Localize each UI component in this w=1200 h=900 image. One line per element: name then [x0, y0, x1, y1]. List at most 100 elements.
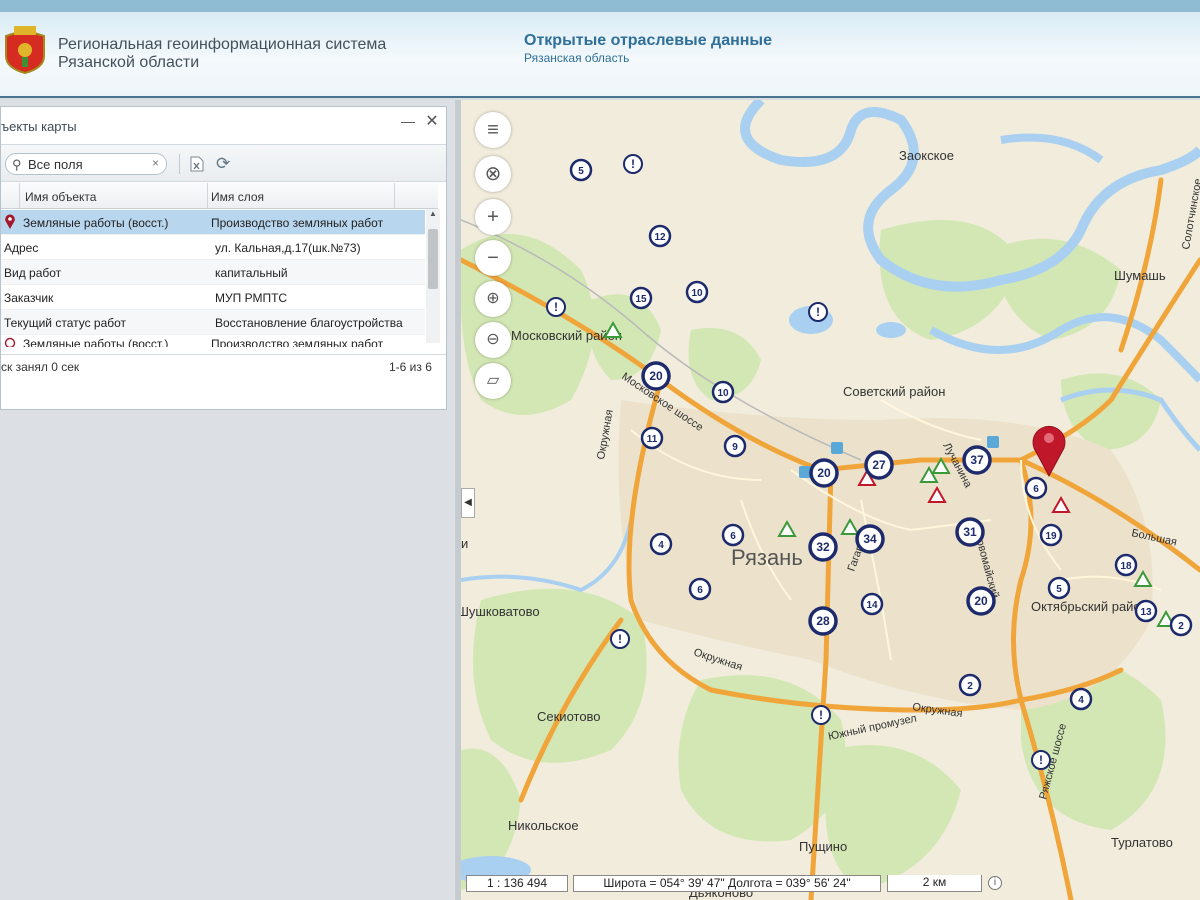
- table-row-attribute[interactable]: Текущий статус работ Восстановление благ…: [1, 310, 425, 335]
- cluster-count: 19: [1045, 531, 1057, 542]
- attribute-value-cell: Восстановление благоустройства: [215, 316, 403, 330]
- table-row-attribute[interactable]: Вид работ капитальный: [1, 260, 425, 285]
- cluster-marker[interactable]: 4: [1069, 687, 1093, 711]
- map-pin-outline-icon: [4, 337, 16, 347]
- column-header-layer-name[interactable]: Имя слоя: [211, 190, 264, 204]
- layer-name-cell: Производство земляных работ: [211, 216, 384, 230]
- map-objects-panel: ъекты карты — ✕ ⚲ × ⟳ Имя объекта Имя сл…: [0, 106, 447, 410]
- cluster-marker[interactable]: 20: [966, 586, 996, 616]
- city-label-ryazan: Рязань: [731, 545, 803, 570]
- info-icon[interactable]: i: [988, 876, 1002, 890]
- region-emblem-logo: [5, 26, 45, 74]
- clear-search-icon[interactable]: ×: [152, 156, 159, 170]
- cluster-marker[interactable]: 4: [649, 532, 673, 556]
- attribute-name-cell: Текущий статус работ: [4, 316, 127, 330]
- base-map[interactable]: Заокское Шумашь Московский район Советск…: [461, 100, 1200, 900]
- cluster-count: 13: [1140, 607, 1152, 618]
- search-icon: ⚲: [12, 157, 22, 172]
- cluster-marker[interactable]: 15: [629, 286, 653, 310]
- cluster-marker[interactable]: 19: [1039, 523, 1063, 547]
- export-excel-icon[interactable]: [190, 156, 204, 172]
- district-label-sovetsky: Советский район: [843, 384, 945, 399]
- svg-text:!: !: [816, 305, 820, 319]
- table-row-object[interactable]: Земляные работы (восст.) Производство зе…: [1, 335, 425, 347]
- cluster-count: 6: [1033, 484, 1039, 495]
- cluster-marker[interactable]: 37: [962, 445, 992, 475]
- cluster-marker[interactable]: 10: [711, 380, 735, 404]
- cluster-count: 4: [658, 540, 664, 551]
- table-row-object[interactable]: Земляные работы (восст.) Производство зе…: [1, 210, 425, 235]
- close-button[interactable]: ✕: [423, 111, 441, 130]
- cluster-marker[interactable]: 6: [1024, 476, 1048, 500]
- cluster-marker[interactable]: 6: [721, 523, 745, 547]
- cluster-count: 18: [1120, 561, 1132, 572]
- portal-title[interactable]: Открытые отраслевые данные: [524, 32, 772, 50]
- scale-bar: 2 км: [887, 875, 982, 892]
- cluster-marker[interactable]: 9: [723, 434, 747, 458]
- bus-stop-icon: [987, 436, 999, 448]
- place-label-shumash: Шумашь: [1114, 268, 1166, 283]
- basemap-icon[interactable]: ▱: [475, 363, 511, 399]
- layer-name-cell: Производство земляных работ: [211, 337, 384, 347]
- zoom-extent-icon[interactable]: ⊗: [475, 156, 511, 192]
- cluster-marker[interactable]: 32: [808, 532, 838, 562]
- map-view[interactable]: Заокское Шумашь Московский район Советск…: [461, 100, 1200, 900]
- cluster-marker[interactable]: 11: [640, 426, 664, 450]
- cluster-count: 31: [963, 525, 977, 539]
- road-label-okruzhnaya-east: Окружная: [912, 701, 964, 720]
- table-row-attribute[interactable]: Заказчик МУП РМПТС: [1, 285, 425, 310]
- cluster-count: 6: [697, 585, 703, 596]
- search-box[interactable]: ⚲ ×: [5, 153, 167, 175]
- grid-header: Имя объекта Имя слоя: [1, 183, 438, 209]
- column-header-object-name[interactable]: Имя объекта: [25, 190, 96, 204]
- cluster-count: 14: [866, 600, 878, 611]
- column-divider: [19, 183, 20, 209]
- cluster-marker[interactable]: 2: [958, 673, 982, 697]
- attribute-value-cell: ул. Кальная,д.17(шк.№73): [215, 241, 361, 255]
- scroll-thumb[interactable]: [428, 229, 438, 289]
- attribute-name-cell: Вид работ: [4, 266, 62, 280]
- zoom-in-rect-icon[interactable]: ⊕: [475, 281, 511, 317]
- cluster-marker[interactable]: 6: [688, 577, 712, 601]
- attribute-value-cell: капитальный: [215, 266, 288, 280]
- cluster-marker[interactable]: 12: [648, 224, 672, 248]
- zoom-out-icon[interactable]: −: [475, 240, 511, 276]
- cluster-count: 12: [654, 232, 666, 243]
- bus-stop-icon: [831, 442, 843, 454]
- cluster-count: 2: [967, 681, 973, 692]
- cluster-marker[interactable]: 5: [569, 158, 593, 182]
- cluster-count: 15: [635, 294, 647, 305]
- cluster-marker[interactable]: 18: [1114, 553, 1138, 577]
- table-row-attribute[interactable]: Адрес ул. Кальная,д.17(шк.№73): [1, 235, 425, 260]
- cluster-marker[interactable]: 2: [1169, 613, 1193, 637]
- app-header: Региональная геоинформационная система Р…: [0, 0, 1200, 98]
- refresh-icon[interactable]: ⟳: [216, 154, 230, 174]
- cluster-marker[interactable]: 10: [685, 280, 709, 304]
- warning-icon: !: [808, 302, 828, 322]
- cluster-count: 37: [970, 453, 984, 467]
- portal-subtitle: Рязанская область: [524, 51, 630, 65]
- minimize-button[interactable]: —: [399, 113, 417, 131]
- warning-icon: !: [811, 705, 831, 725]
- cluster-count: 34: [863, 532, 877, 546]
- cluster-marker[interactable]: 20: [641, 361, 671, 391]
- cluster-marker[interactable]: 34: [855, 524, 885, 554]
- cluster-marker[interactable]: 31: [955, 517, 985, 547]
- cluster-count: 11: [647, 434, 658, 445]
- cluster-marker[interactable]: 13: [1134, 599, 1158, 623]
- search-input[interactable]: [28, 156, 148, 173]
- layers-menu-icon[interactable]: ≡: [475, 112, 511, 148]
- cluster-marker[interactable]: 14: [860, 592, 884, 616]
- scroll-up-arrow-icon[interactable]: ▲: [426, 209, 440, 221]
- cluster-marker[interactable]: 28: [808, 606, 838, 636]
- collapse-panel-button[interactable]: ◀: [461, 488, 475, 518]
- column-divider: [207, 183, 208, 209]
- cluster-marker[interactable]: 20: [809, 458, 839, 488]
- cluster-count: 10: [691, 288, 703, 299]
- cluster-marker[interactable]: 5: [1047, 576, 1071, 600]
- zoom-in-icon[interactable]: +: [475, 199, 511, 235]
- zoom-out-rect-icon[interactable]: ⊖: [475, 322, 511, 358]
- grid-scrollbar[interactable]: ▲: [426, 209, 440, 343]
- cluster-marker[interactable]: 27: [864, 450, 894, 480]
- record-count-text: 1-6 из 6: [389, 360, 432, 374]
